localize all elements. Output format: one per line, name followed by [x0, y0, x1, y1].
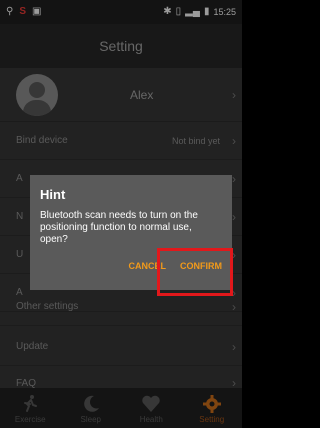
dialog-title: Hint: [40, 187, 66, 202]
dialog-message: Bluetooth scan needs to turn on the posi…: [40, 210, 198, 245]
confirm-highlight-box: [157, 248, 233, 296]
